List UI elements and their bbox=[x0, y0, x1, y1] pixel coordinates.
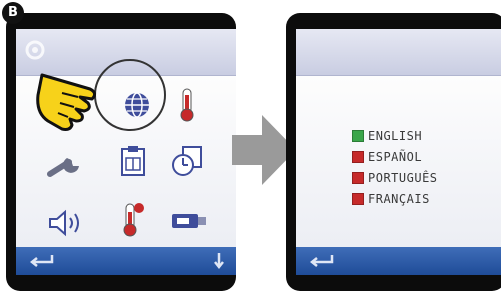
report-tile[interactable] bbox=[110, 138, 156, 184]
clock-calendar-icon bbox=[172, 146, 202, 176]
device-left bbox=[6, 13, 236, 291]
top-bar bbox=[296, 29, 501, 76]
bottom-bar bbox=[16, 247, 236, 275]
language-label: PORTUGUÊS bbox=[368, 171, 438, 185]
language-label: ESPAÑOL bbox=[368, 150, 423, 164]
language-option-francais[interactable]: FRANÇAIS bbox=[352, 189, 438, 209]
thermometer-icon bbox=[180, 88, 194, 122]
unselected-indicator-icon bbox=[352, 172, 364, 184]
language-option-espanol[interactable]: ESPAÑOL bbox=[352, 147, 438, 167]
down-arrow-icon[interactable] bbox=[212, 251, 226, 271]
language-screen: ENGLISH ESPAÑOL PORTUGUÊS FRANÇAIS bbox=[296, 29, 501, 275]
bottom-bar bbox=[296, 247, 501, 275]
selected-indicator-icon bbox=[352, 130, 364, 142]
unselected-indicator-icon bbox=[352, 193, 364, 205]
speaker-icon bbox=[49, 209, 79, 237]
device-right: ENGLISH ESPAÑOL PORTUGUÊS FRANÇAIS bbox=[286, 13, 501, 291]
usb-tile[interactable] bbox=[166, 198, 212, 244]
temperature-tile[interactable] bbox=[164, 82, 210, 128]
step-badge: B bbox=[2, 2, 24, 24]
back-arrow-icon[interactable] bbox=[308, 251, 334, 271]
wrench-icon bbox=[47, 158, 79, 177]
back-arrow-icon[interactable] bbox=[28, 251, 54, 271]
thermometer-alert-icon bbox=[123, 203, 144, 237]
date-time-tile[interactable] bbox=[164, 138, 210, 184]
language-label: ENGLISH bbox=[368, 129, 423, 143]
settings-tile[interactable] bbox=[42, 142, 88, 188]
unselected-indicator-icon bbox=[352, 151, 364, 163]
language-content: ENGLISH ESPAÑOL PORTUGUÊS FRANÇAIS bbox=[296, 76, 501, 247]
language-label: FRANÇAIS bbox=[368, 192, 430, 206]
temperature-alarm-tile[interactable] bbox=[110, 196, 156, 242]
pointing-hand-icon bbox=[36, 73, 97, 131]
clipboard-icon bbox=[121, 146, 145, 176]
sound-tile[interactable] bbox=[42, 200, 88, 246]
settings-gear-icon bbox=[25, 40, 45, 60]
language-list: ENGLISH ESPAÑOL PORTUGUÊS FRANÇAIS bbox=[352, 126, 438, 210]
language-option-portugues[interactable]: PORTUGUÊS bbox=[352, 168, 438, 188]
language-option-english[interactable]: ENGLISH bbox=[352, 126, 438, 146]
usb-icon bbox=[172, 214, 206, 228]
